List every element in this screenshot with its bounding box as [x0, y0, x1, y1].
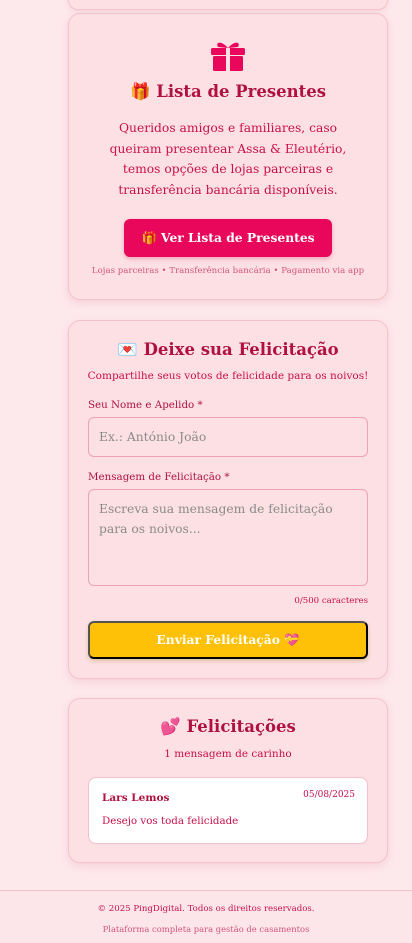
wishes-count: 1 mensagem de carinho: [164, 748, 292, 760]
previous-card-edge: [68, 0, 388, 10]
wishes-title: 💕 Felicitações: [160, 717, 296, 736]
footer-copyright: © 2025 PingDigital. Todos os direitos re…: [97, 904, 315, 914]
wish-author-name: Lars Lemos: [102, 792, 170, 804]
gift-list-title: 🎁 Lista de Presentes: [129, 82, 327, 101]
congratulation-form-card: 💌 Deixe sua Felicitação Compartilhe seus…: [68, 320, 388, 679]
form-subtitle: Compartilhe seus votos de felicidade par…: [87, 370, 369, 382]
page-footer: © 2025 PingDigital. Todos os direitos re…: [0, 890, 412, 943]
view-gift-list-button[interactable]: 🎁 Ver Lista de Presentes: [124, 219, 332, 257]
name-field-label: Seu Nome e Apelido *: [88, 399, 203, 411]
wish-message-text: Desejo vos toda felicidade: [102, 815, 239, 827]
name-input[interactable]: Ex.: António João: [88, 417, 368, 457]
gift-payment-options: Lojas parceiras • Transferência bancária…: [91, 266, 365, 276]
character-counter: 0/500 caracteres: [294, 596, 368, 606]
congratulations-list-card: 💕 Felicitações 1 mensagem de carinho Lar…: [68, 698, 388, 863]
gift-list-card: 🎁 Lista de Presentes Queridos amigos e f…: [68, 13, 388, 300]
message-field-label: Mensagem de Felicitação *: [88, 471, 230, 483]
wish-message-card: Lars Lemos 05/08/2025 Desejo vos toda fe…: [88, 777, 368, 844]
form-title: 💌 Deixe sua Felicitação: [117, 340, 339, 359]
footer-tagline: Plataforma completa para gestão de casam…: [102, 924, 310, 934]
send-congratulation-button[interactable]: Enviar Felicitação 💝: [88, 621, 368, 659]
wish-date: 05/08/2025: [303, 790, 355, 800]
message-textarea[interactable]: Escreva sua mensagem de felicitação para…: [88, 489, 368, 586]
gift-list-description: Queridos amigos e familiares, caso queir…: [109, 121, 347, 197]
gift-icon: [211, 42, 245, 71]
